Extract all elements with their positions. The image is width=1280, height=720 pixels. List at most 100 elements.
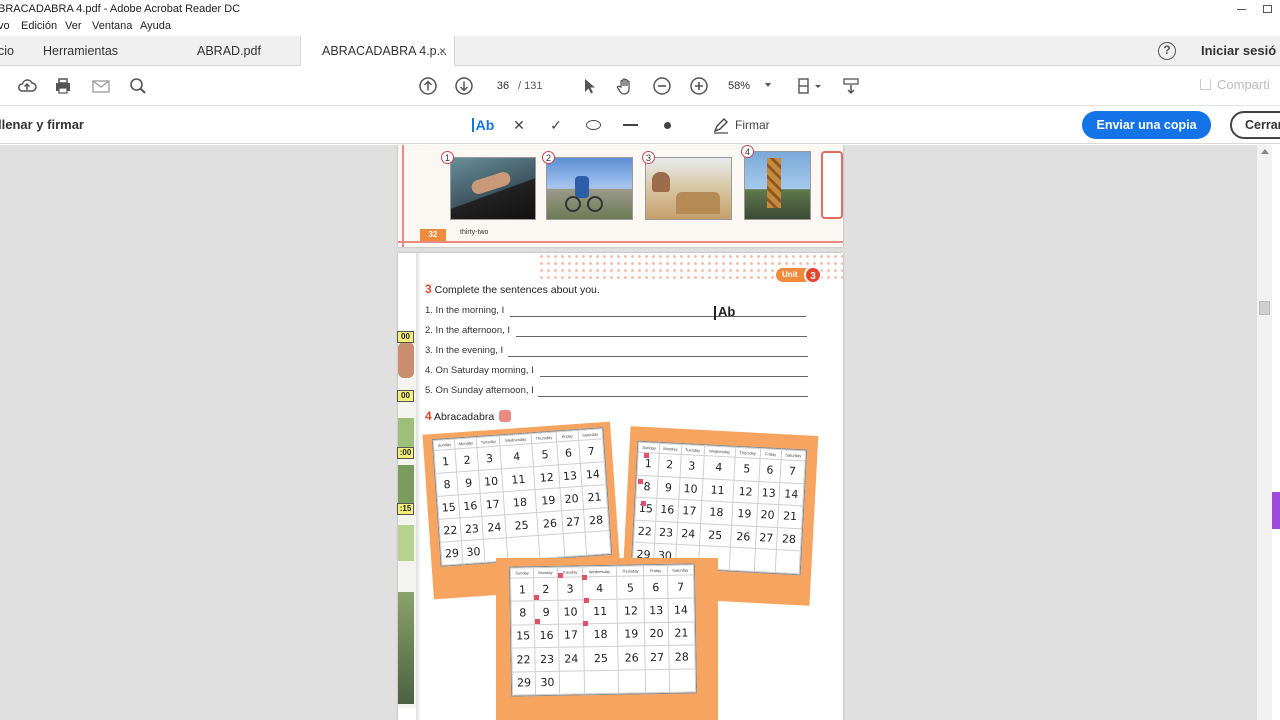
day-cell: 25 bbox=[699, 523, 732, 548]
day-cell: 10 bbox=[478, 468, 504, 494]
dot-tool[interactable] bbox=[658, 114, 676, 136]
page-layout-icon[interactable] bbox=[794, 75, 824, 97]
line-tool[interactable] bbox=[620, 114, 640, 136]
hand-tool-icon[interactable] bbox=[614, 75, 636, 97]
scroll-thumb[interactable] bbox=[1259, 301, 1270, 315]
sentence-line-1: 1. In the morning, I bbox=[425, 305, 505, 316]
day-cell: 9 bbox=[657, 475, 680, 500]
page-number-input[interactable]: 36 bbox=[488, 76, 518, 96]
send-copy-button[interactable]: Enviar una copia bbox=[1082, 111, 1211, 139]
select-cursor-icon[interactable] bbox=[578, 75, 600, 97]
scroll-mode-icon[interactable] bbox=[840, 75, 862, 97]
day-cell: 4 bbox=[500, 443, 534, 469]
calendar-grid: Sunday Monday Tuesday Wednesday Thursday Frid… bbox=[433, 428, 611, 566]
window-title: BRACADABRA 4.pdf - Adobe Acrobat Reader … bbox=[0, 3, 241, 15]
line-icon bbox=[622, 124, 638, 126]
day-cell: 19 bbox=[731, 502, 758, 527]
page-border-left bbox=[402, 145, 404, 247]
maximize-button[interactable] bbox=[1254, 0, 1280, 18]
day-cell: 26 bbox=[617, 645, 646, 670]
signin-link[interactable]: Iniciar sesió bbox=[1201, 43, 1276, 58]
zoom-in-icon[interactable] bbox=[688, 75, 710, 97]
next-page-icon[interactable] bbox=[453, 75, 475, 97]
red-mark bbox=[535, 619, 540, 624]
side-panel-tab[interactable] bbox=[1272, 492, 1280, 529]
menu-item-ventana[interactable]: Ventana bbox=[92, 20, 132, 32]
tab-inicio[interactable]: cio bbox=[0, 36, 28, 66]
tab-abracadabra-4[interactable]: ABRACADABRA 4.p... × bbox=[300, 36, 455, 67]
add-text-tool[interactable]: Ab bbox=[470, 114, 496, 136]
menu-item-edicion[interactable]: Edición bbox=[21, 20, 57, 32]
day-cell: 20 bbox=[756, 503, 779, 528]
upload-cloud-icon[interactable] bbox=[16, 75, 38, 97]
menu-item-ver[interactable]: Ver bbox=[65, 20, 82, 32]
cross-tool[interactable]: ✕ bbox=[510, 114, 528, 136]
sentence-line-4: 4. On Saturday morning, I bbox=[425, 365, 534, 376]
search-icon[interactable] bbox=[127, 75, 149, 97]
calendar-grid: Sunday Monday Tuesday Wednesday Thursday Frid… bbox=[510, 564, 696, 696]
help-icon[interactable]: ? bbox=[1158, 42, 1176, 60]
day-cell: 30 bbox=[535, 670, 560, 695]
day-cell: 23 bbox=[460, 516, 484, 541]
weekday: Thursday bbox=[616, 565, 644, 577]
sentence-line-3: 3. In the evening, I bbox=[425, 345, 504, 356]
calendar-3: Sunday Monday Tuesday Wednesday Thursday Frid… bbox=[508, 563, 698, 697]
answer-rule[interactable] bbox=[516, 336, 807, 337]
day-cell bbox=[538, 533, 565, 559]
photo-giraffe bbox=[744, 151, 811, 220]
sign-pen-icon[interactable] bbox=[710, 114, 732, 136]
answer-rule[interactable] bbox=[540, 376, 808, 377]
tab-abrad-pdf[interactable]: ABRAD.pdf bbox=[197, 36, 297, 66]
pdf-page-previous: 1 2 3 4 32 thirty-two bbox=[398, 145, 843, 247]
scroll-up-icon[interactable] bbox=[1261, 149, 1269, 154]
menu-item-archivo[interactable]: vo bbox=[0, 20, 10, 32]
day-cell: 6 bbox=[758, 458, 782, 483]
tab-bar-fill bbox=[455, 36, 1280, 66]
document-viewer[interactable]: 1 2 3 4 32 thirty-two Unit 3 3 Complete … bbox=[0, 145, 1256, 720]
title-bar: BRACADABRA 4.pdf - Adobe Acrobat Reader … bbox=[0, 0, 1280, 18]
zoom-select[interactable]: 58% bbox=[728, 76, 750, 96]
photo-figure bbox=[575, 176, 589, 198]
close-button[interactable]: Cerrar bbox=[1230, 111, 1280, 139]
zoom-out-icon[interactable] bbox=[651, 75, 673, 97]
answer-rule[interactable] bbox=[538, 396, 808, 397]
photo-figure bbox=[652, 172, 670, 192]
tab-close-icon[interactable]: × bbox=[439, 36, 446, 66]
answer-rule[interactable] bbox=[510, 316, 806, 317]
page-border-bottom bbox=[398, 241, 843, 243]
dot-icon bbox=[663, 121, 671, 129]
day-cell: 5 bbox=[616, 575, 645, 600]
day-cell: 18 bbox=[503, 489, 537, 515]
day-cell: 19 bbox=[617, 622, 646, 647]
circle-tool[interactable] bbox=[583, 114, 603, 136]
tab-herramientas[interactable]: Herramientas bbox=[43, 36, 163, 66]
prev-page-icon[interactable] bbox=[417, 75, 439, 97]
day-cell: 28 bbox=[668, 645, 696, 669]
day-cell: 13 bbox=[558, 463, 582, 488]
red-mark bbox=[641, 501, 646, 506]
week-row: 15 16 17 18 19 20 21 bbox=[511, 621, 695, 649]
day-cell: 26 bbox=[536, 510, 564, 536]
vertical-scrollbar[interactable] bbox=[1256, 145, 1272, 720]
red-mark bbox=[534, 595, 539, 600]
mail-icon[interactable] bbox=[90, 75, 112, 97]
tab-label: ABRACADABRA 4.p... bbox=[322, 44, 448, 58]
menu-item-ayuda[interactable]: Ayuda bbox=[140, 20, 171, 32]
share-button[interactable]: Comparti bbox=[1200, 77, 1270, 92]
chevron-down-icon[interactable] bbox=[765, 83, 771, 87]
minimize-button[interactable] bbox=[1228, 0, 1254, 18]
red-mark bbox=[583, 621, 588, 626]
sign-button[interactable]: Firmar bbox=[735, 118, 770, 132]
print-icon[interactable] bbox=[52, 75, 74, 97]
fill-sign-title: llenar y firmar bbox=[0, 117, 84, 132]
strip-figure bbox=[398, 592, 414, 704]
day-cell: 23 bbox=[654, 520, 678, 545]
unit-number: 3 bbox=[804, 266, 822, 284]
day-cell: 13 bbox=[644, 598, 668, 623]
day-cell bbox=[563, 532, 587, 557]
answer-rule[interactable] bbox=[508, 356, 808, 357]
calendar-2: Sunday Monday Tuesday Wednesday Thursday Frid… bbox=[630, 440, 808, 576]
check-tool[interactable]: ✓ bbox=[547, 114, 565, 136]
day-cell: 28 bbox=[583, 507, 610, 533]
day-cell: 6 bbox=[556, 440, 580, 465]
